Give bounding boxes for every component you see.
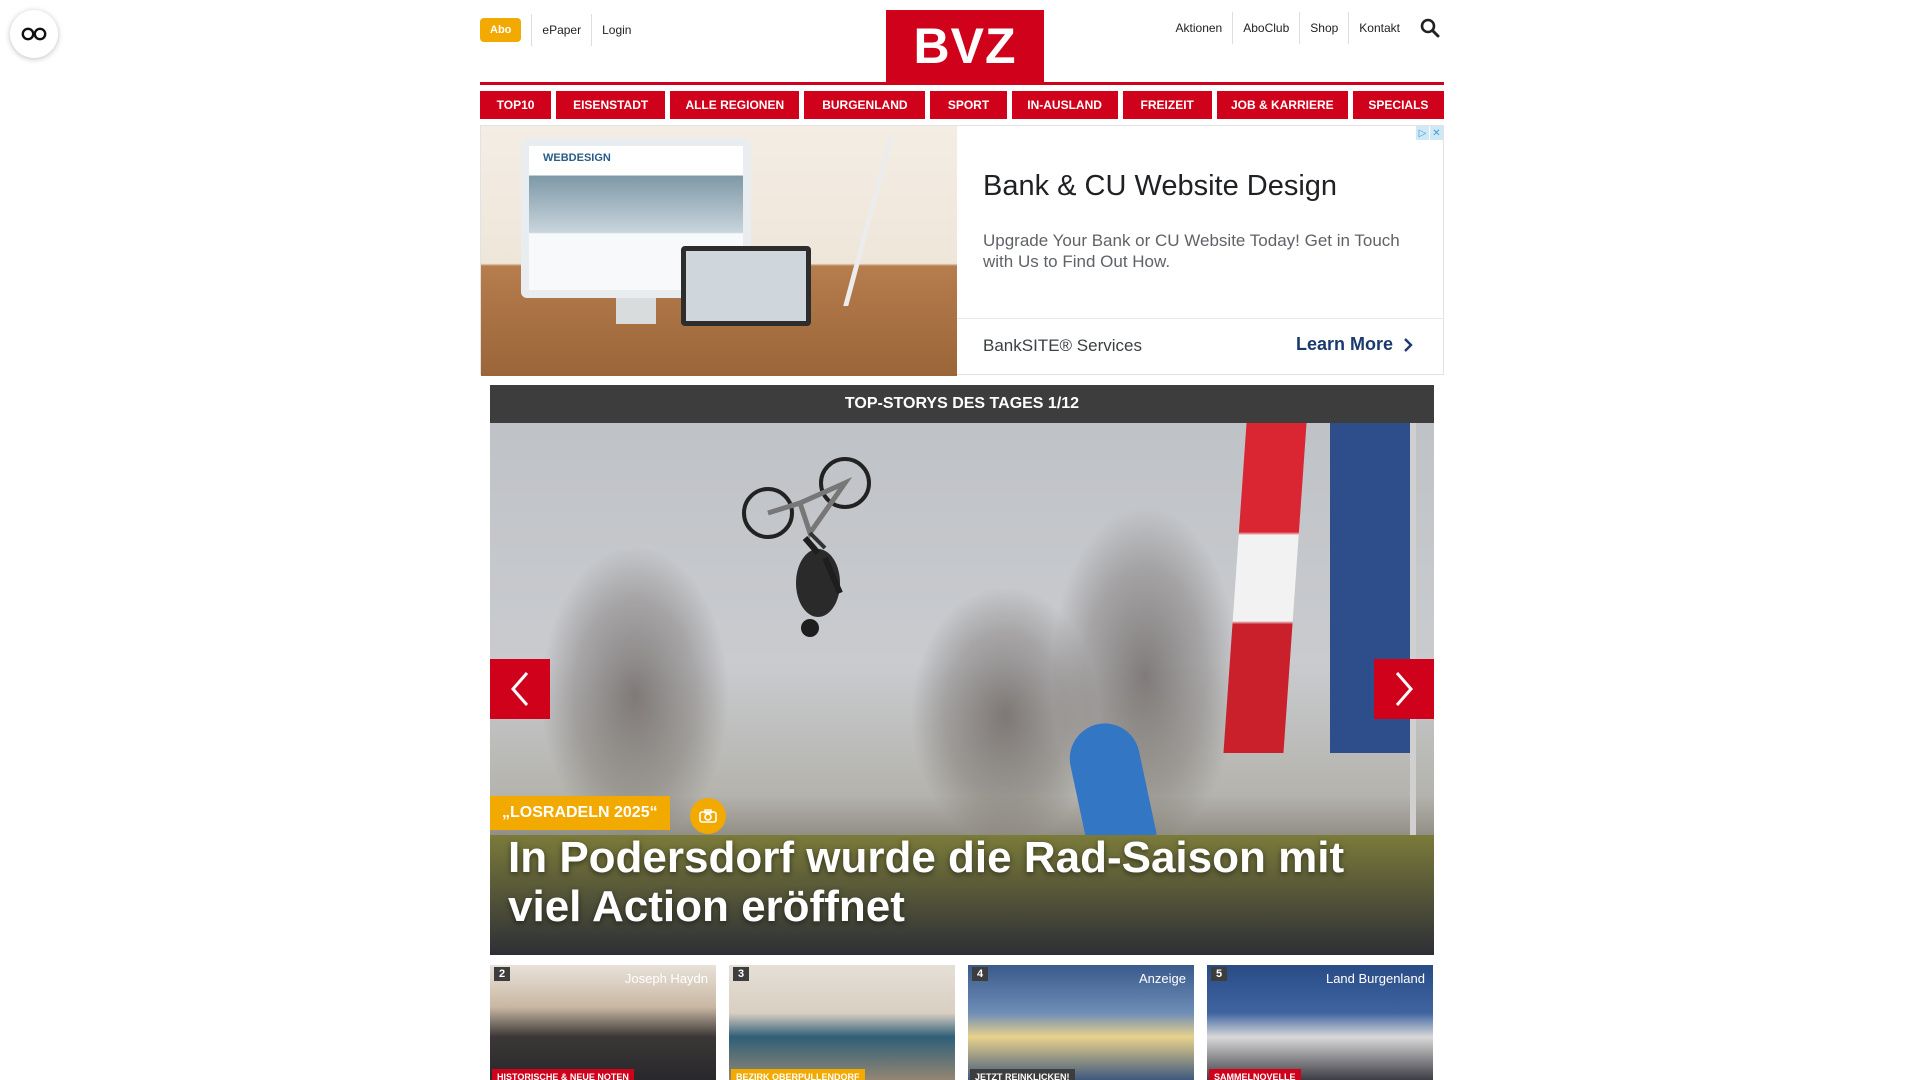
ad-image: WEBDESIGN bbox=[481, 126, 957, 376]
kontakt-link[interactable]: Kontakt bbox=[1349, 14, 1410, 42]
site-header: Abo ePaper Login BVZ Aktionen AboClub Sh… bbox=[480, 0, 1444, 85]
hero-story[interactable]: „LOSRADELN 2025“ In Podersdorf wurde die… bbox=[490, 423, 1434, 955]
ad-screen-text: WEBDESIGN bbox=[543, 152, 611, 164]
top-stories-heading: TOP-STORYS DES TAGES 1/12 bbox=[490, 385, 1434, 423]
reader-mode-button[interactable] bbox=[10, 10, 58, 58]
ad-description: Upgrade Your Bank or CU Website Today! G… bbox=[983, 231, 1400, 271]
adchoices[interactable]: ▷ ✕ bbox=[1416, 126, 1443, 140]
story-thumb-4[interactable]: Anzeige 4 JETZT REINKLICKEN! bbox=[968, 965, 1194, 1080]
aktionen-link[interactable]: Aktionen bbox=[1166, 14, 1233, 42]
thumb-overlay-text: Anzeige bbox=[1139, 971, 1186, 986]
epaper-link[interactable]: ePaper bbox=[532, 16, 591, 44]
nav-item-alle-regionen[interactable]: ALLE REGIONEN bbox=[670, 91, 800, 119]
glasses-icon bbox=[21, 27, 47, 41]
camera-icon bbox=[690, 798, 726, 834]
main-navigation: TOP10 EISENSTADT ALLE REGIONEN BURGENLAN… bbox=[480, 91, 1444, 119]
chevron-right-icon bbox=[1395, 672, 1413, 706]
nav-item-eisenstadt[interactable]: EISENSTADT bbox=[556, 91, 666, 119]
thumb-tag: JETZT REINKLICKEN! bbox=[970, 1069, 1075, 1080]
chevron-right-icon bbox=[1404, 337, 1413, 352]
advertisement-banner[interactable]: WEBDESIGN Bank & CU Website Design Upgra… bbox=[480, 125, 1444, 376]
thumb-overlay-text: Land Burgenland bbox=[1325, 971, 1425, 986]
top-stories-section: TOP-STORYS DES TAGES 1/12 „LOSRADELN 202… bbox=[490, 385, 1434, 955]
nav-item-in-ausland[interactable]: IN-AUSLAND bbox=[1011, 91, 1118, 119]
header-left-links: Abo ePaper Login bbox=[480, 14, 641, 46]
nav-item-specials[interactable]: SPECIALS bbox=[1352, 91, 1444, 119]
thumb-tag: SAMMELNOVELLE bbox=[1209, 1069, 1301, 1080]
carousel-prev-button[interactable] bbox=[490, 659, 550, 719]
header-right-links: Aktionen AboClub Shop Kontakt bbox=[1166, 12, 1444, 44]
ad-brand: BankSITE® Services bbox=[983, 336, 1142, 355]
ad-footer: BankSITE® Services Learn More bbox=[957, 318, 1443, 374]
bmx-rider-illustration bbox=[742, 457, 871, 637]
close-icon[interactable]: ✕ bbox=[1430, 126, 1443, 140]
austrian-flag bbox=[1223, 423, 1307, 753]
story-kicker[interactable]: „LOSRADELN 2025“ bbox=[490, 796, 670, 830]
thumb-tag: HISTORISCHE & NEUE NOTEN bbox=[492, 1069, 634, 1080]
thumb-overlay-text: Joseph Haydn bbox=[624, 971, 708, 986]
story-headline[interactable]: In Podersdorf wurde die Rad-Saison mit v… bbox=[508, 833, 1408, 931]
chevron-left-icon bbox=[511, 672, 529, 706]
adchoices-icon[interactable]: ▷ bbox=[1416, 126, 1429, 140]
nav-item-burgenland[interactable]: BURGENLAND bbox=[804, 91, 926, 119]
story-thumbnails: Joseph Haydn 2 HISTORISCHE & NEUE NOTEN … bbox=[490, 965, 1434, 1080]
ad-learn-more-button[interactable]: Learn More bbox=[1296, 334, 1413, 355]
story-thumb-5[interactable]: Land Burgenland 5 SAMMELNOVELLE bbox=[1207, 965, 1433, 1080]
nav-item-sport[interactable]: SPORT bbox=[930, 91, 1007, 119]
abo-button[interactable]: Abo bbox=[480, 18, 522, 42]
story-thumb-2[interactable]: Joseph Haydn 2 HISTORISCHE & NEUE NOTEN bbox=[490, 965, 716, 1080]
thumb-number: 2 bbox=[494, 967, 511, 981]
carousel-next-button[interactable] bbox=[1374, 659, 1434, 719]
search-icon[interactable] bbox=[1416, 12, 1444, 44]
aboclub-link[interactable]: AboClub bbox=[1233, 14, 1299, 42]
thumb-number: 4 bbox=[972, 967, 989, 981]
ad-monitor-stand bbox=[616, 298, 656, 324]
login-link[interactable]: Login bbox=[592, 16, 641, 44]
thumb-number: 3 bbox=[733, 967, 750, 981]
nav-item-freizeit[interactable]: FREIZEIT bbox=[1122, 91, 1212, 119]
nav-item-job-karriere[interactable]: JOB & KARRIERE bbox=[1216, 91, 1348, 119]
shop-link[interactable]: Shop bbox=[1300, 14, 1348, 42]
thumb-number: 5 bbox=[1211, 967, 1228, 981]
story-thumb-3[interactable]: 3 BEZIRK OBERPULLENDORF bbox=[729, 965, 955, 1080]
ad-learn-more-label: Learn More bbox=[1295, 334, 1393, 354]
page-container: Abo ePaper Login BVZ Aktionen AboClub Sh… bbox=[480, 0, 1444, 1080]
nav-item-top10[interactable]: TOP10 bbox=[480, 91, 552, 119]
ad-lamp-illustration bbox=[768, 136, 894, 306]
header-red-rule bbox=[480, 82, 1444, 85]
bvz-logo[interactable]: BVZ bbox=[886, 10, 1044, 82]
ad-copy: Bank & CU Website Design Upgrade Your Ba… bbox=[957, 126, 1443, 318]
thumb-tag: BEZIRK OBERPULLENDORF bbox=[731, 1069, 865, 1080]
ad-title[interactable]: Bank & CU Website Design bbox=[983, 170, 1337, 203]
